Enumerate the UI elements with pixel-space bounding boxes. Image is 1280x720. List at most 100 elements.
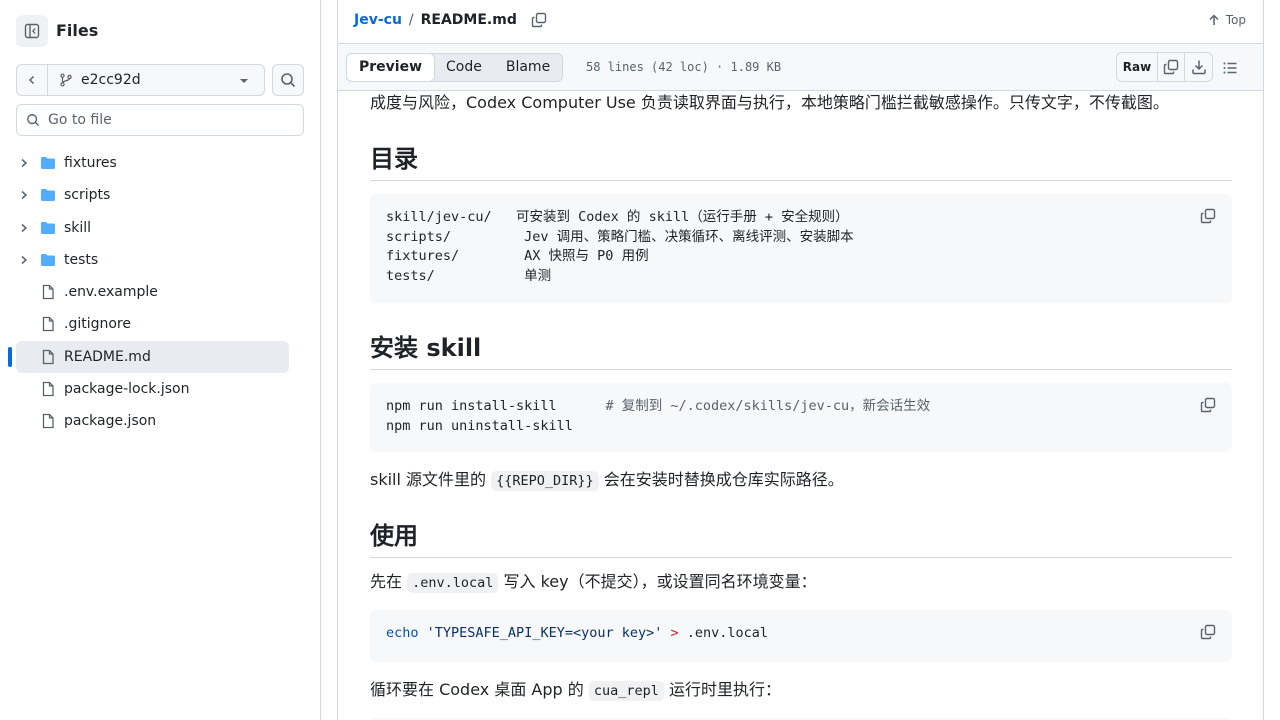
search-files-button[interactable]: [272, 64, 304, 96]
breadcrumb-repo-link[interactable]: Jev-cu: [354, 12, 402, 28]
go-to-file-placeholder: Go to file: [48, 112, 112, 128]
folder-icon: [41, 221, 55, 234]
branch-select[interactable]: e2cc92d: [48, 65, 264, 95]
copy-icon: [1163, 59, 1179, 75]
copy-icon: [1200, 397, 1216, 413]
outline-button[interactable]: [1222, 60, 1238, 80]
tree-item-skill[interactable]: skill: [0, 212, 321, 244]
inline-code: {{REPO_DIR}}: [491, 471, 599, 491]
code-keyword: echo: [386, 625, 419, 641]
file-icon: [42, 414, 54, 429]
text: 运行时里执行：: [668, 680, 781, 699]
tree-item-tests[interactable]: tests: [0, 244, 321, 276]
tree-item-gitignore[interactable]: .gitignore: [0, 308, 321, 340]
folder-icon: [41, 189, 55, 202]
chevron-right-icon[interactable]: [19, 158, 29, 168]
inline-code: cua_repl: [588, 681, 664, 701]
heading-install: 安装 skill: [370, 328, 1232, 370]
top-label: Top: [1225, 13, 1246, 27]
breadcrumb: Jev-cu / README.md: [354, 12, 547, 28]
tree-item-label: package-lock.json: [64, 381, 190, 398]
tab-blame[interactable]: Blame: [494, 54, 562, 81]
code-block-toc: skill/jev-cu/ 可安装到 Codex 的 skill（运行手册 + …: [370, 194, 1232, 303]
code-line: npm run install-skill # 复制到 ~/.codex/ski…: [386, 397, 1216, 417]
usage-paragraph: 先在 .env.local 写入 key（不提交），或设置同名环境变量：: [370, 570, 817, 595]
code-line: tests/ 单测: [386, 267, 552, 284]
file-actions: Raw: [1116, 52, 1213, 82]
chevron-right-icon[interactable]: [19, 255, 29, 265]
tab-code[interactable]: Code: [434, 54, 494, 81]
code-operator: >: [670, 625, 679, 641]
view-mode-tabs: Preview Code Blame: [346, 53, 564, 82]
intro-paragraph: 成度与风险，Codex Computer Use 负责读取界面与执行，本地策略门…: [370, 93, 1169, 112]
tree-item-env-example[interactable]: .env.example: [0, 276, 321, 308]
file-icon: [42, 349, 54, 364]
copy-icon: [1200, 208, 1216, 224]
tree-item-package-lock[interactable]: package-lock.json: [0, 373, 321, 405]
code-line: fixtures/ AX 快照与 P0 用例: [386, 248, 649, 265]
tree-item-label: package.json: [64, 413, 157, 430]
back-button[interactable]: [17, 65, 48, 95]
branch-picker: e2cc92d: [16, 64, 265, 96]
tree-item-label: tests: [64, 251, 99, 268]
breadcrumb-file: README.md: [420, 12, 517, 28]
chevron-right-icon[interactable]: [19, 223, 29, 233]
tree-item-label: skill: [64, 219, 92, 236]
copy-icon: [531, 12, 547, 28]
heading-toc: 目录: [370, 139, 1232, 181]
text: 写入 key（不提交），或设置同名环境变量：: [503, 572, 817, 591]
tree-item-label: fixtures: [64, 155, 117, 171]
folder-icon: [41, 157, 55, 169]
git-branch-icon: [60, 73, 72, 87]
tree-item-scripts[interactable]: scripts: [0, 179, 321, 211]
tab-preview[interactable]: Preview: [346, 53, 436, 82]
text: 循环要在 Codex 桌面 App 的: [370, 680, 584, 699]
file-icon: [42, 285, 54, 300]
inline-code: .env.local: [407, 573, 499, 593]
copy-code-button[interactable]: [1200, 624, 1216, 647]
copy-icon: [1200, 624, 1216, 640]
file-toolbar: Preview Code Blame 58 lines (42 loc) · 1…: [338, 44, 1263, 91]
copy-path-button[interactable]: [531, 12, 547, 28]
code-filename: .env.local: [686, 625, 769, 641]
code-line: scripts/ Jev 调用、策略门槛、决策循环、离线评测、安装脚本: [386, 228, 854, 245]
file-icon: [42, 317, 54, 332]
search-icon: [281, 73, 296, 88]
file-tree: fixtures scripts skill tests .env.exampl…: [0, 147, 321, 438]
caret-down-icon: [240, 79, 248, 83]
breadcrumb-separator: /: [408, 12, 414, 28]
raw-button[interactable]: Raw: [1117, 53, 1158, 81]
loop-paragraph: 循环要在 Codex 桌面 App 的 cua_repl 运行时里执行：: [370, 678, 781, 703]
file-tree-sidebar: Files e2cc92d Go to file fixtures script…: [0, 0, 321, 720]
collapse-sidebar-button[interactable]: [16, 15, 48, 47]
tree-item-package-json[interactable]: package.json: [0, 405, 321, 437]
code-string: 'TYPESAFE_API_KEY=<your key>': [426, 625, 663, 641]
top-button[interactable]: Top: [1208, 13, 1246, 27]
text: skill 源文件里的: [370, 470, 487, 489]
go-to-file-input[interactable]: Go to file: [16, 104, 304, 136]
selection-highlight: [16, 340, 289, 373]
download-button[interactable]: [1185, 53, 1212, 81]
download-icon: [1191, 60, 1206, 75]
copy-raw-button[interactable]: [1158, 53, 1185, 81]
code-block-echo: echo 'TYPESAFE_API_KEY=<your key>' > .en…: [370, 610, 1232, 662]
tree-item-label: .gitignore: [64, 316, 131, 333]
code-block-install: npm run install-skill # 复制到 ~/.codex/ski…: [370, 383, 1232, 452]
sidebar-collapse-icon: [24, 23, 40, 39]
tree-item-fixtures[interactable]: fixtures: [0, 147, 321, 179]
code-comment: # 复制到 ~/.codex/skills/jev-cu，新会话生效: [605, 398, 931, 414]
copy-code-button[interactable]: [1200, 397, 1216, 420]
copy-code-button[interactable]: [1200, 208, 1216, 231]
folder-icon: [41, 253, 55, 266]
list-unordered-icon: [1223, 62, 1237, 74]
file-header: Jev-cu / README.md Top: [338, 0, 1263, 44]
tree-item-readme[interactable]: README.md: [0, 340, 321, 373]
repo-dir-paragraph: skill 源文件里的 {{REPO_DIR}} 会在安装时替换成仓库实际路径。: [370, 468, 844, 493]
search-icon: [27, 114, 40, 127]
tree-item-label: scripts: [64, 187, 111, 204]
text: 会在安装时替换成仓库实际路径。: [603, 470, 844, 489]
selection-indicator: [8, 346, 12, 367]
file-viewer: Jev-cu / README.md Top Preview Code Blam…: [337, 0, 1264, 720]
text: 先在: [370, 572, 403, 591]
chevron-right-icon[interactable]: [19, 190, 29, 200]
